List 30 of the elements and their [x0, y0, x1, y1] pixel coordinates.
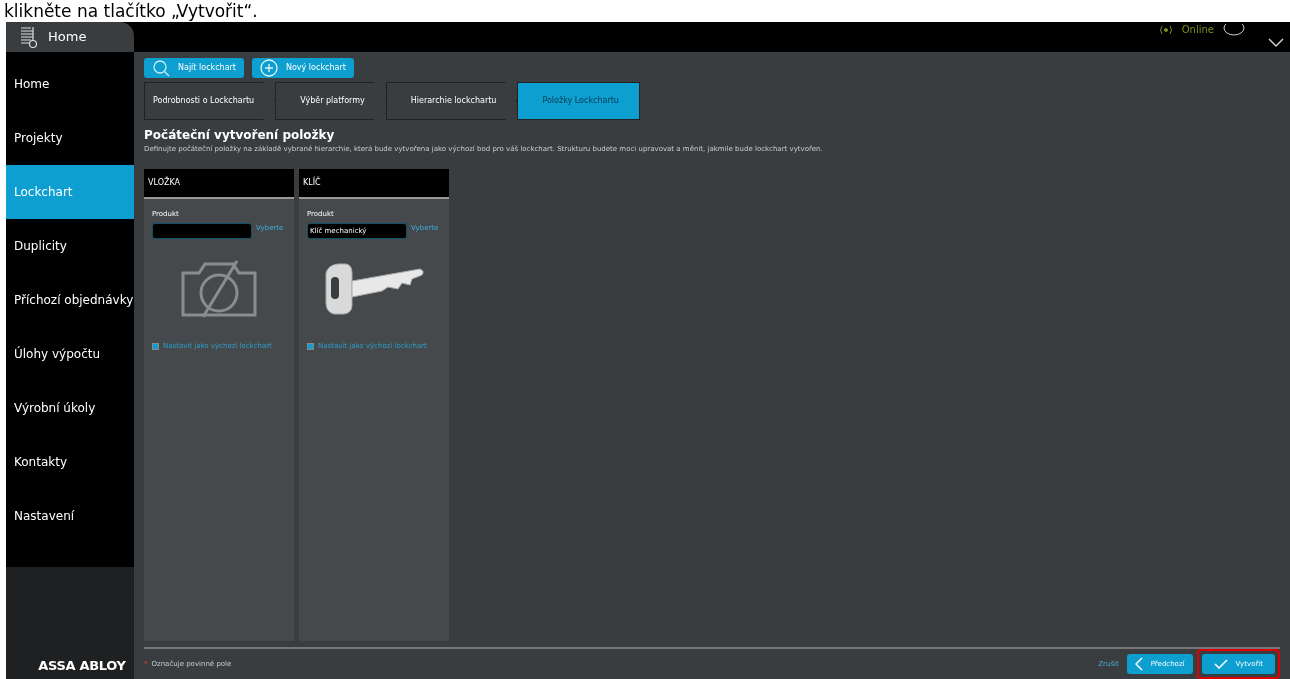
status-label: Online — [1181, 23, 1214, 37]
home-tab-label: Home — [48, 28, 87, 47]
section-heading: Počáteční vytvoření položky — [144, 127, 336, 144]
home-tab[interactable]: Home — [6, 22, 134, 52]
wizard-step[interactable]: Hierarchie lockchartu — [385, 82, 518, 120]
checkbox[interactable] — [307, 342, 314, 350]
card-title: KLÍČ — [299, 168, 449, 199]
add-icon — [259, 59, 278, 77]
chevron-down-icon[interactable] — [1268, 38, 1284, 48]
checkbox[interactable] — [152, 342, 159, 350]
signal-icon — [1157, 24, 1174, 35]
sidebar-item[interactable]: Příchozí objednávky — [6, 273, 134, 327]
card-title: VLOŽKA — [144, 168, 294, 199]
check-icon — [1213, 659, 1228, 669]
sidebar-item[interactable]: Kontakty — [6, 435, 134, 489]
wizard-step[interactable]: Výběr platformy — [275, 82, 386, 120]
sidebar-item[interactable]: Duplicity — [6, 219, 134, 273]
brand-logo: ASSA ABLOY — [37, 656, 127, 675]
product-field[interactable] — [152, 223, 252, 239]
chevron-left-icon — [1134, 657, 1143, 671]
search-icon — [152, 59, 170, 77]
wizard-step[interactable]: Podrobnosti o Lockchartu — [144, 82, 276, 120]
sidebar-item[interactable]: Nastavení — [6, 489, 134, 543]
lock-logo-icon — [18, 25, 40, 49]
sidebar-item[interactable]: Výrobní úkoly — [6, 381, 134, 435]
sidebar-item[interactable]: Projekty — [6, 111, 134, 165]
sidebar-item[interactable]: Úlohy výpočtu — [6, 327, 134, 381]
wizard-step[interactable]: Položky Lockchartu — [517, 82, 640, 120]
caption: klikněte na tlačítko „Vytvořit“. — [3, 0, 259, 22]
sidebar-item[interactable]: Home — [6, 57, 134, 111]
